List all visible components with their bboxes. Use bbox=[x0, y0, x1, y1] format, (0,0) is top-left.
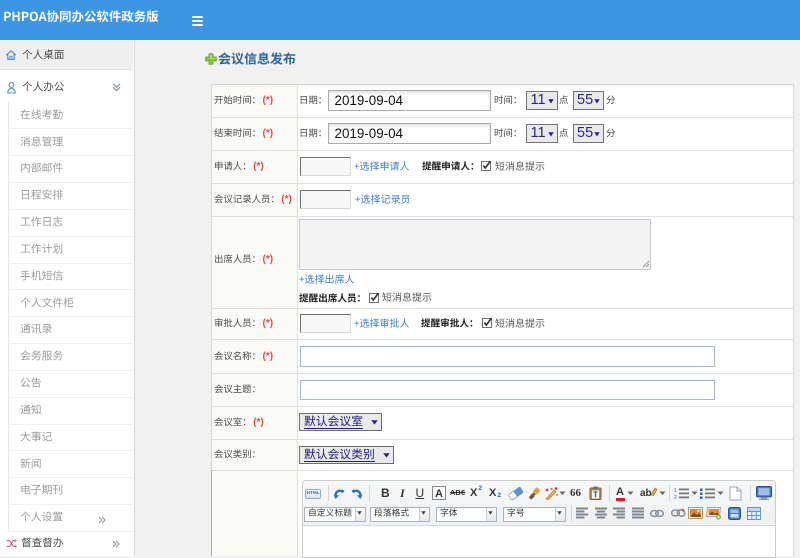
svg-text:1: 1 bbox=[674, 488, 677, 494]
svg-text:2: 2 bbox=[674, 495, 677, 500]
svg-text:A: A bbox=[435, 488, 443, 500]
